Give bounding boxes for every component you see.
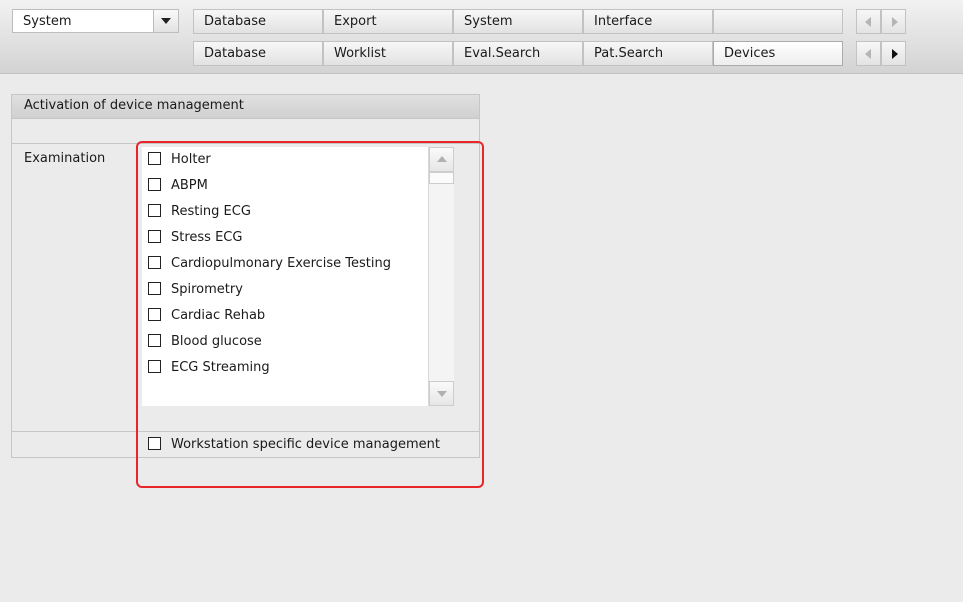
module-select-value: System: [23, 14, 72, 29]
list-item-spirometry[interactable]: Spirometry: [148, 280, 243, 300]
arrow-left-icon: [865, 49, 871, 59]
list-item-label: Holter: [171, 152, 211, 167]
module-select[interactable]: System: [12, 9, 179, 33]
workstation-specific-label: Workstation specific device management: [171, 437, 440, 452]
device-management-panel: Activation of device management Examinat…: [11, 94, 480, 458]
scroll-down-icon[interactable]: [429, 381, 454, 406]
workstation-specific-checkbox[interactable]: [148, 436, 161, 450]
tab-pat-search[interactable]: Pat.Search: [583, 41, 713, 66]
tab-eval-search[interactable]: Eval.Search: [453, 41, 583, 66]
cpet-checkbox[interactable]: [148, 255, 161, 269]
tab-devices[interactable]: Devices: [713, 41, 843, 66]
resting-ecg-checkbox[interactable]: [148, 203, 161, 217]
list-item-label: Resting ECG: [171, 204, 251, 219]
list-item-label: ECG Streaming: [171, 360, 270, 375]
panel-title: Activation of device management: [12, 95, 479, 119]
list-item-stress-ecg[interactable]: Stress ECG: [148, 228, 242, 248]
tabs-row2-next-button[interactable]: [881, 41, 906, 66]
list-item-label: Spirometry: [171, 282, 243, 297]
tab-system[interactable]: System: [453, 9, 583, 34]
list-item-label: Cardiac Rehab: [171, 308, 266, 323]
chevron-down-icon[interactable]: [153, 10, 178, 32]
arrow-left-icon: [865, 17, 871, 27]
stress-ecg-checkbox[interactable]: [148, 229, 161, 243]
scroll-thumb[interactable]: [429, 172, 454, 184]
top-toolbar: System Database Export System Interface …: [0, 0, 963, 74]
list-item-label: Cardiopulmonary Exercise Testing: [171, 256, 392, 271]
list-item-label: Stress ECG: [171, 230, 243, 245]
cardiac-rehab-checkbox[interactable]: [148, 307, 161, 321]
examination-label: Examination: [24, 151, 106, 166]
tabs-row1-next-button[interactable]: [881, 9, 906, 34]
arrow-right-icon: [892, 49, 898, 59]
list-item-label: ABPM: [171, 178, 208, 193]
list-item-label: Blood glucose: [171, 334, 262, 349]
blood-glucose-checkbox[interactable]: [148, 333, 161, 347]
ecg-streaming-checkbox[interactable]: [148, 359, 161, 373]
scroll-up-icon[interactable]: [429, 147, 454, 172]
list-item-blood-glucose[interactable]: Blood glucose: [148, 332, 262, 352]
tab-export[interactable]: Export: [323, 9, 453, 34]
tab-database-row2[interactable]: Database: [193, 41, 323, 66]
tab-worklist[interactable]: Worklist: [323, 41, 453, 66]
tab-empty[interactable]: [713, 9, 843, 34]
examination-list[interactable]: Holter ABPM Resting ECG Stress ECG Cardi…: [142, 147, 454, 406]
list-item-cpet[interactable]: Cardiopulmonary Exercise Testing: [148, 254, 391, 274]
list-item-ecg-streaming[interactable]: ECG Streaming: [148, 358, 270, 378]
list-item-abpm[interactable]: ABPM: [148, 176, 208, 196]
divider: [12, 431, 479, 432]
divider: [12, 143, 479, 144]
tabs-row2-prev-button[interactable]: [856, 41, 881, 66]
list-scrollbar[interactable]: [428, 147, 454, 406]
tab-interface[interactable]: Interface: [583, 9, 713, 34]
workstation-specific-option[interactable]: Workstation specific device management: [148, 435, 440, 455]
holter-checkbox[interactable]: [148, 151, 161, 165]
tab-database-row1[interactable]: Database: [193, 9, 323, 34]
list-item-holter[interactable]: Holter: [148, 150, 211, 170]
list-item-resting-ecg[interactable]: Resting ECG: [148, 202, 251, 222]
arrow-right-icon: [892, 17, 898, 27]
spirometry-checkbox[interactable]: [148, 281, 161, 295]
list-item-cardiac-rehab[interactable]: Cardiac Rehab: [148, 306, 265, 326]
tabs-row1-prev-button[interactable]: [856, 9, 881, 34]
abpm-checkbox[interactable]: [148, 177, 161, 191]
